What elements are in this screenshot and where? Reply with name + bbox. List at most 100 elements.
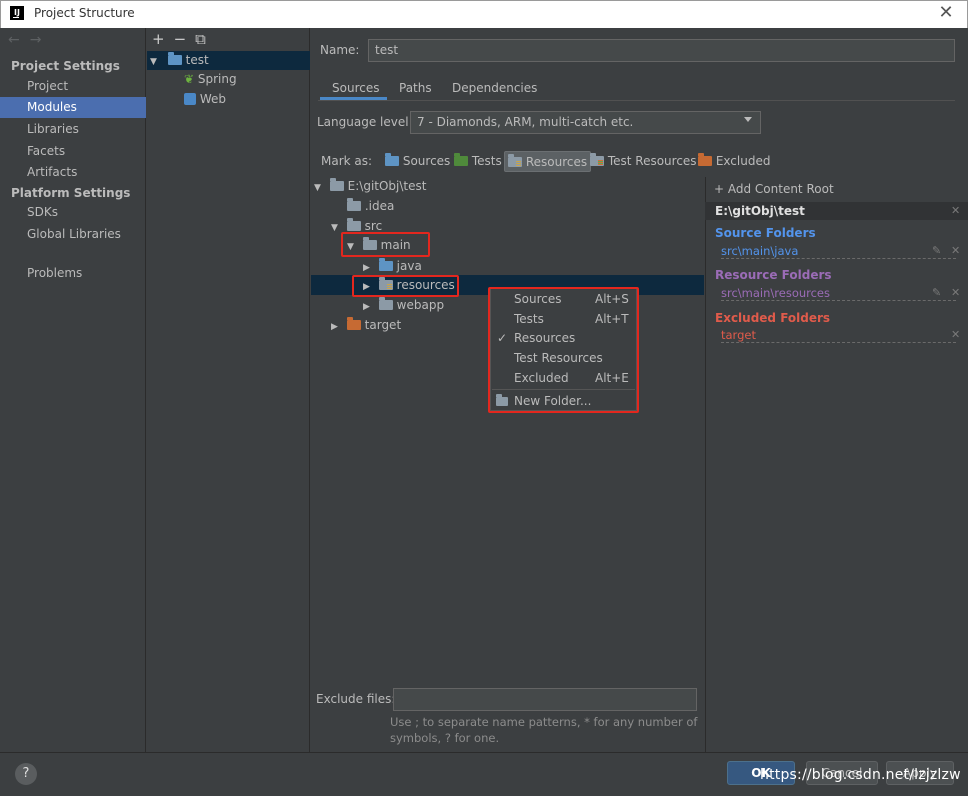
excluded-folders-title: Excluded Folders (715, 311, 831, 325)
mark-resources-button[interactable]: Resources (504, 151, 592, 172)
tab-sources[interactable]: Sources (320, 80, 387, 100)
content-root-panel (705, 177, 968, 752)
title-bar (0, 0, 968, 28)
sidebar-item-project[interactable]: Project (0, 76, 146, 97)
facet-label: Web (199, 92, 226, 106)
remove-folder-icon[interactable]: ✕ (951, 244, 960, 257)
excluded-folder-icon (698, 153, 712, 166)
sources-folder-icon (385, 153, 399, 166)
resources-folder-icon (508, 154, 522, 167)
tree-item-idea[interactable]: .idea (311, 196, 704, 216)
source-folder-item: src\main\java (721, 244, 956, 259)
module-label: test (185, 53, 209, 67)
exclude-files-input[interactable] (393, 688, 697, 711)
folder-icon (347, 198, 361, 211)
chevron-down-icon (744, 117, 752, 122)
sidebar-item-artifacts[interactable]: Artifacts (0, 162, 146, 183)
tree-item-root[interactable]: ▼ E:\gitObj\test (311, 176, 704, 196)
highlight-box-menu (488, 287, 639, 413)
collapse-triangle-icon[interactable]: ▶ (363, 297, 375, 317)
tree-label: java (396, 259, 422, 273)
mark-tests-button[interactable]: Tests (451, 151, 505, 172)
remove-folder-icon[interactable]: ✕ (951, 328, 960, 341)
resource-folder-item: src\main\resources (721, 286, 956, 301)
sidebar-item-problems[interactable]: Problems (0, 263, 146, 284)
modules-toolbar: + − ⧉ (152, 30, 215, 48)
help-button[interactable]: ? (15, 763, 37, 785)
back-arrow-icon[interactable]: ← (8, 32, 20, 48)
folder-icon (329, 178, 344, 191)
expand-triangle-icon[interactable]: ▼ (314, 178, 326, 198)
sidebar-item-global-libraries[interactable]: Global Libraries (0, 224, 146, 245)
test-resources-folder-icon (590, 153, 604, 166)
expand-triangle-icon[interactable]: ▼ (347, 237, 359, 257)
sidebar-item-libraries[interactable]: Libraries (0, 119, 146, 140)
mark-test-resources-button[interactable]: Test Resources (587, 151, 700, 172)
tree-label: src (364, 219, 383, 233)
remove-folder-icon[interactable]: ✕ (951, 286, 960, 299)
mark-excluded-button[interactable]: Excluded (695, 151, 773, 172)
exclude-files-hint: Use ; to separate name patterns, * for a… (390, 715, 698, 745)
tree-label: main (380, 238, 411, 252)
mark-tests-label: Tests (471, 154, 502, 168)
mark-excluded-label: Excluded (715, 154, 771, 168)
facet-label: Spring (197, 72, 237, 86)
highlight-box-resources (352, 275, 459, 297)
sidebar-item-facets[interactable]: Facets (0, 141, 146, 162)
module-tree-item-web[interactable]: Web (147, 90, 310, 109)
module-name-field[interactable]: test (368, 39, 955, 62)
add-icon[interactable]: + (152, 30, 165, 48)
folder-icon (346, 218, 361, 231)
mark-as-label: Mark as: (321, 154, 373, 168)
sidebar-item-modules[interactable]: Modules (0, 97, 146, 118)
add-content-root-button[interactable]: + Add Content Root (714, 182, 834, 196)
tests-folder-icon (454, 153, 468, 166)
remove-root-icon[interactable]: ✕ (951, 204, 960, 217)
modules-panel (147, 28, 310, 752)
tree-item-main[interactable]: ▼ main (311, 235, 431, 255)
watermark-url: https://blog.csdn.net/lzjzlzw (760, 767, 961, 783)
web-facet-icon (184, 93, 196, 105)
spring-leaf-icon: ❦ (184, 72, 195, 86)
tab-divider (318, 100, 955, 101)
edit-pencil-icon[interactable]: ✎ (932, 244, 941, 257)
module-tree-item-spring[interactable]: ❦ Spring (147, 70, 310, 89)
tree-label: webapp (396, 298, 445, 312)
tree-label: E:\gitObj\test (347, 179, 427, 193)
tree-label: target (364, 318, 402, 332)
language-level-label: Language level: (317, 115, 413, 129)
tree-label: .idea (364, 199, 395, 213)
source-folders-title: Source Folders (715, 226, 816, 240)
resource-folders-title: Resource Folders (715, 268, 832, 282)
tree-item-java[interactable]: ▶ java (311, 256, 704, 276)
section-project-settings: Project Settings (11, 59, 120, 73)
mark-resources-label: Resources (525, 155, 588, 169)
name-label: Name: (320, 43, 360, 57)
excluded-folder-icon (346, 317, 361, 330)
content-root-path: E:\gitObj\test (705, 202, 968, 220)
language-level-select[interactable]: 7 - Diamonds, ARM, multi-catch etc. (410, 111, 761, 134)
sidebar-item-sdks[interactable]: SDKs (0, 202, 146, 223)
history-navigation: ← → (8, 32, 51, 48)
folder-icon (378, 297, 393, 310)
folder-icon (362, 237, 377, 250)
tab-dependencies[interactable]: Dependencies (452, 80, 537, 100)
mark-sources-button[interactable]: Sources (382, 151, 453, 172)
source-folder-icon (378, 258, 393, 271)
intellij-app-icon: IJ (10, 6, 24, 20)
module-tree-item-test[interactable]: ▼ test (147, 51, 310, 70)
window-title: Project Structure (34, 6, 135, 20)
copy-icon[interactable]: ⧉ (195, 30, 206, 48)
remove-icon[interactable]: − (174, 30, 187, 48)
collapse-triangle-icon[interactable]: ▶ (331, 317, 343, 337)
section-platform-settings: Platform Settings (11, 186, 131, 200)
mark-sources-label: Sources (402, 154, 451, 168)
mark-test-resources-label: Test Resources (607, 154, 697, 168)
module-folder-icon (167, 52, 182, 65)
tab-paths[interactable]: Paths (399, 80, 432, 100)
exclude-files-label: Exclude files: (316, 692, 396, 706)
excluded-folder-item: target (721, 328, 956, 343)
edit-pencil-icon[interactable]: ✎ (932, 286, 941, 299)
forward-arrow-icon[interactable]: → (30, 32, 42, 48)
close-icon[interactable]: ✕ (936, 3, 956, 23)
